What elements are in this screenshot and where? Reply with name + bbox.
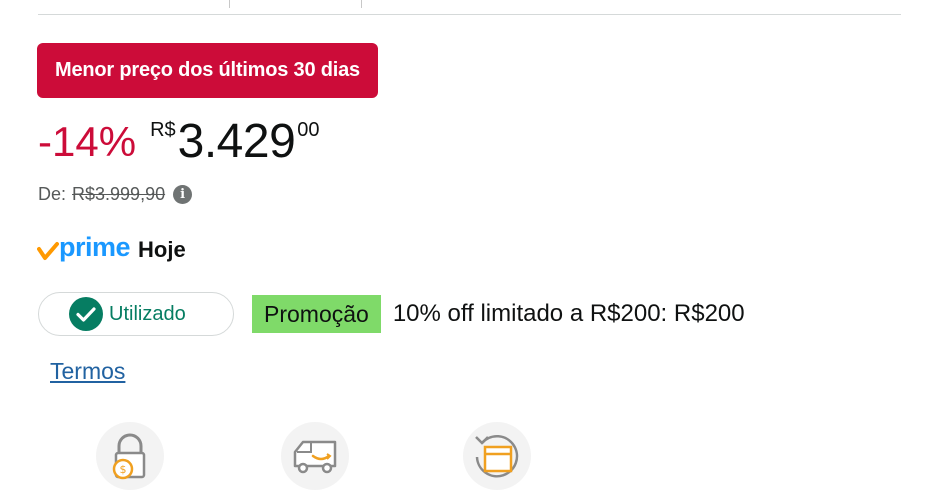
- feature-icons: $: [96, 422, 556, 492]
- prime-delivery-row: prime Hoje: [37, 232, 186, 268]
- secure-payment-icon[interactable]: $: [96, 422, 164, 490]
- promo-label: Promoção: [252, 295, 381, 333]
- list-price-label: De:: [38, 184, 67, 204]
- price-block: -14% R$ 3.429 00: [38, 112, 320, 172]
- coupon-applied-button[interactable]: Utilizado: [38, 292, 234, 336]
- section-divider: [38, 0, 901, 15]
- price-whole: 3.429: [177, 115, 296, 168]
- coupon-row: Utilizado Promoção 10% off limitado a R$…: [38, 291, 745, 337]
- returns-box-icon[interactable]: [463, 422, 531, 490]
- discount-percentage: -14%: [38, 118, 137, 165]
- delivery-van-icon[interactable]: [281, 422, 349, 490]
- list-price-value: R$3.999,90: [72, 184, 166, 204]
- check-circle-icon: [69, 297, 103, 331]
- coupon-status: Utilizado: [109, 302, 186, 325]
- svg-text:$: $: [120, 463, 127, 476]
- prime-logo: prime: [59, 232, 131, 262]
- list-price: De: R$3.999,90 i: [38, 184, 193, 205]
- deal-badge-text: Menor preço dos últimos 30 dias: [55, 59, 360, 81]
- promo-text: 10% off limitado a R$200: R$200: [392, 300, 745, 327]
- prime-check-icon: [37, 242, 59, 260]
- terms-link[interactable]: Termos: [50, 358, 125, 385]
- price-currency: R$: [150, 119, 176, 141]
- prime-delivery-day: Hoje: [138, 237, 186, 262]
- deal-badge: Menor preço dos últimos 30 dias: [37, 43, 378, 98]
- info-icon[interactable]: i: [173, 185, 193, 204]
- price-fraction: 00: [297, 119, 320, 141]
